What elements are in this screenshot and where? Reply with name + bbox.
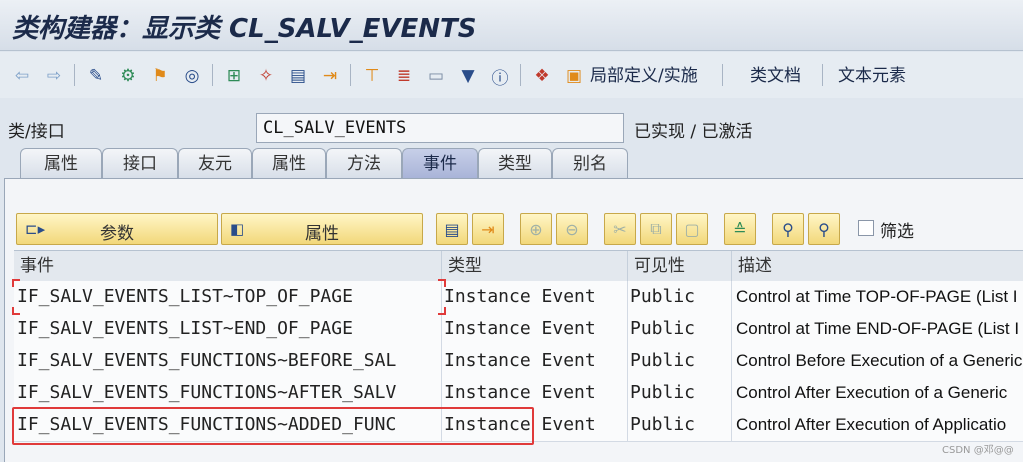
toolbar-separator (520, 64, 521, 86)
focus-corner (12, 307, 20, 315)
where-used-icon[interactable]: ◎ (180, 64, 204, 88)
focus-corner (12, 279, 20, 287)
test-icon[interactable]: ▤ (286, 64, 310, 88)
text-elements-button[interactable]: 文本元素 (838, 64, 906, 88)
insert-row-icon[interactable]: ⊕ (520, 213, 552, 245)
event-visibility-cell[interactable]: Public (628, 281, 732, 313)
navigate-to-icon[interactable]: ⇥ (472, 213, 504, 245)
back-arrow-icon[interactable]: ⇦ (10, 64, 34, 88)
title-bar: 类构建器：显示类 CL_SALV_EVENTS (0, 0, 1023, 51)
copy-icon[interactable]: ⧉ (640, 213, 672, 245)
toolbar-separator (350, 64, 351, 86)
display-object-list-icon[interactable]: ⊞ (222, 64, 246, 88)
activate-icon[interactable]: ⚑ (148, 64, 172, 88)
sort-icon[interactable]: ≙ (724, 213, 756, 245)
toolbar-separator (722, 64, 723, 86)
event-name-cell[interactable]: IF_SALV_EVENTS_FUNCTIONS~AFTER_SALV (14, 377, 442, 409)
watermark: CSDN @邓@@ (942, 445, 1014, 456)
table-row[interactable]: IF_SALV_EVENTS_LIST~END_OF_PAGE Instance… (14, 313, 1023, 346)
column-header-description[interactable]: 描述 (732, 251, 1023, 281)
event-description-cell[interactable]: Control After Execution of a Generic (732, 377, 1023, 409)
tab-properties[interactable]: 属性 (20, 148, 102, 178)
event-visibility-cell[interactable]: Public (628, 377, 732, 409)
tab-types[interactable]: 类型 (478, 148, 552, 178)
delete-row-icon[interactable]: ⊖ (556, 213, 588, 245)
forward-arrow-icon[interactable]: ⇨ (42, 64, 66, 88)
tab-events[interactable]: 事件 (402, 148, 478, 178)
parameters-label: 参数 (100, 224, 134, 244)
application-toolbar: ⇦ ⇨ ✎ ⚙ ⚑ ◎ ⊞ ✧ ▤ ⇥ ⊤ ≣ ▭ ▼ ⓘ ❖ ▣ 局部定义/实… (0, 52, 1023, 98)
class-status-text: 已实现 / 已激活 (634, 122, 753, 142)
tab-friends[interactable]: 友元 (178, 148, 252, 178)
event-visibility-cell[interactable]: Public (628, 345, 732, 377)
event-description-cell[interactable]: Control at Time END-OF-PAGE (List I (732, 313, 1023, 345)
events-grid-header: 事件 类型 可见性 描述 (14, 250, 1023, 282)
tab-interfaces[interactable]: 接口 (102, 148, 178, 178)
find-next-icon[interactable]: ⚲ (808, 213, 840, 245)
filter-label: 筛选 (880, 222, 914, 242)
attributes-label: 属性 (305, 224, 339, 244)
event-description-cell[interactable]: Control at Time TOP-OF-PAGE (List I (732, 281, 1023, 313)
event-name-cell[interactable]: IF_SALV_EVENTS_LIST~TOP_OF_PAGE (14, 281, 442, 313)
event-visibility-cell[interactable]: Public (628, 409, 732, 441)
class-name-field[interactable]: CL_SALV_EVENTS (256, 113, 624, 143)
object-list-icon[interactable]: ▭ (424, 64, 448, 88)
class-documentation-button[interactable]: 类文档 (750, 64, 801, 88)
class-interface-label: 类/接口 (8, 122, 65, 142)
event-visibility-cell[interactable]: Public (628, 313, 732, 345)
filter-icon[interactable]: ▼ (456, 64, 480, 88)
event-description-cell[interactable]: Control Before Execution of a Generic (732, 345, 1023, 377)
local-types-icon[interactable]: ≣ (392, 64, 416, 88)
toolbar-separator (822, 64, 823, 86)
highlight-box (12, 407, 534, 445)
object-icon[interactable]: ❖ (530, 64, 554, 88)
table-row[interactable]: IF_SALV_EVENTS_LIST~TOP_OF_PAGE Instance… (14, 281, 1023, 314)
toolbar-separator (212, 64, 213, 86)
navigate-icon[interactable]: ⇥ (318, 64, 342, 88)
table-row[interactable]: IF_SALV_EVENTS_FUNCTIONS~AFTER_SALV Inst… (14, 377, 1023, 410)
find-icon[interactable]: ⚲ (772, 213, 804, 245)
filter-checkbox[interactable] (858, 220, 874, 236)
attributes-button[interactable]: ◧ 属性 (221, 213, 423, 245)
window-title: 类构建器：显示类 CL_SALV_EVENTS (12, 14, 477, 44)
column-header-type[interactable]: 类型 (442, 251, 628, 281)
parameters-button[interactable]: ⊏▸ 参数 (16, 213, 218, 245)
event-type-cell[interactable]: Instance Event (442, 281, 628, 313)
column-header-visibility[interactable]: 可见性 (628, 251, 732, 281)
event-type-cell[interactable]: Instance Event (442, 345, 628, 377)
info-icon[interactable]: ⓘ (488, 64, 512, 89)
cut-icon[interactable]: ✂ (604, 213, 636, 245)
tab-aliases[interactable]: 别名 (552, 148, 628, 178)
tab-methods[interactable]: 方法 (326, 148, 402, 178)
tab-attributes[interactable]: 属性 (252, 148, 326, 178)
column-header-event[interactable]: 事件 (14, 251, 442, 281)
paste-icon[interactable]: ▢ (676, 213, 708, 245)
toolbar-separator (74, 64, 75, 86)
local-definition-icon[interactable]: ▣ (562, 64, 586, 88)
event-description-cell[interactable]: Control After Execution of Applicatio (732, 409, 1023, 441)
event-name-cell[interactable]: IF_SALV_EVENTS_FUNCTIONS~BEFORE_SAL (14, 345, 442, 377)
table-row[interactable]: IF_SALV_EVENTS_FUNCTIONS~BEFORE_SAL Inst… (14, 345, 1023, 378)
local-definition-button[interactable]: 局部定义/实施 (590, 64, 698, 88)
focus-corner (438, 279, 446, 287)
edit-pencil-icon[interactable]: ✎ (84, 64, 108, 88)
event-type-cell[interactable]: Instance Event (442, 313, 628, 345)
hierarchy-icon[interactable]: ⊤ (360, 64, 384, 88)
event-type-cell[interactable]: Instance Event (442, 377, 628, 409)
focus-corner (438, 307, 446, 315)
pretty-print-icon[interactable]: ✧ (254, 64, 278, 88)
detail-view-icon[interactable]: ▤ (436, 213, 468, 245)
object-tree-icon[interactable]: ⚙ (116, 64, 140, 88)
event-name-cell[interactable]: IF_SALV_EVENTS_LIST~END_OF_PAGE (14, 313, 442, 345)
